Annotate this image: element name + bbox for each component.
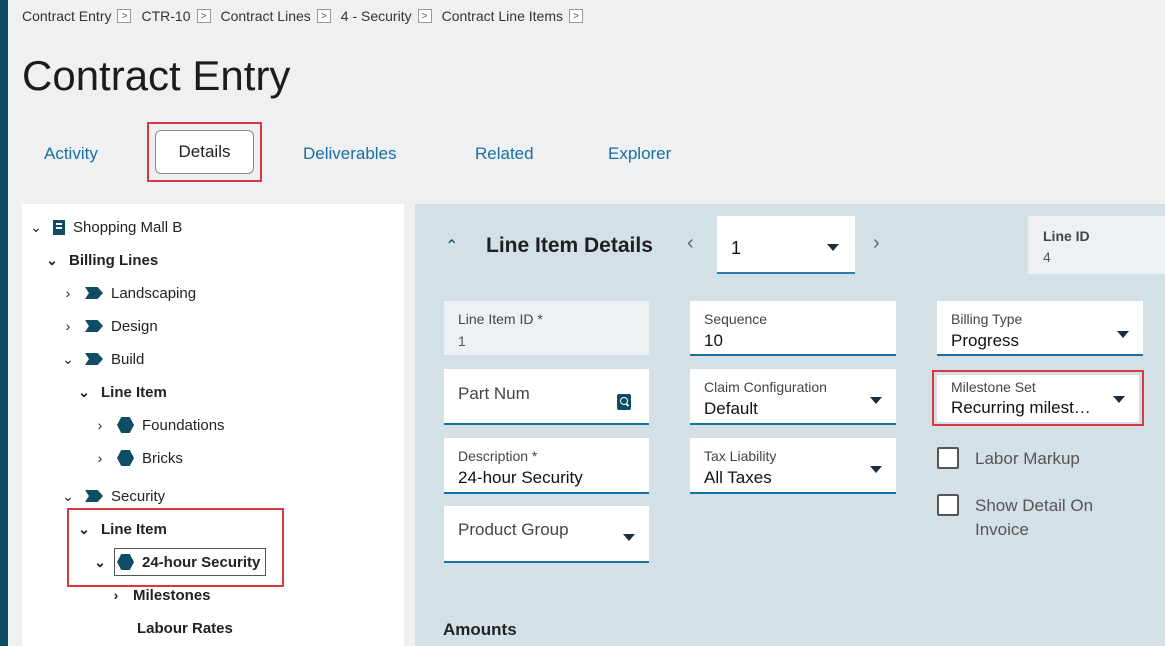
breadcrumb-item-contract-line-items[interactable]: Contract Line Items > [442,8,583,24]
chevron-down-icon[interactable]: ⌄ [43,252,61,269]
chevron-down-icon[interactable]: ⌄ [75,384,93,401]
detail-title: Line Item Details [486,234,653,257]
hexagon-icon [117,450,134,466]
breadcrumb-item-security[interactable]: 4 - Security > [341,8,432,24]
chevron-right-icon[interactable]: > [117,9,132,23]
chevron-right-icon[interactable]: › [59,285,77,301]
part-num-input[interactable]: Part Num [444,369,649,425]
chevron-right-icon[interactable]: › [59,318,77,334]
caret-down-icon [1117,331,1129,338]
hexagon-icon [117,417,134,433]
tag-icon [85,353,103,365]
chevron-down-icon[interactable]: ⌄ [27,219,45,236]
tree-node-build-line-item[interactable]: ⌄ Line Item [75,378,167,406]
checkbox[interactable] [937,447,959,469]
tree-node-milestones[interactable]: › Milestones [107,581,211,609]
chevron-up-icon[interactable]: ⌃ [445,236,458,256]
tree-node-design[interactable]: › Design [59,312,158,340]
breadcrumb-item-contract-lines[interactable]: Contract Lines > [221,8,331,24]
tree-node-billing-lines[interactable]: ⌄ Billing Lines [43,246,158,274]
chevron-right-icon[interactable]: > [417,9,432,23]
chevron-right-icon[interactable]: > [568,9,583,23]
tag-icon [85,320,103,332]
section-title-amounts: Amounts [443,620,517,639]
book-icon [53,219,65,235]
tag-icon [85,490,103,502]
page-title: Contract Entry [22,52,291,99]
tree-node-build[interactable]: ⌄ Build [59,345,144,373]
billing-type-dropdown[interactable]: Billing Type Progress [937,301,1143,356]
caret-down-icon [1113,396,1125,403]
tree-node-labour-rates[interactable]: Labour Rates [137,614,233,642]
line-id-field: Line ID 4 [1028,216,1165,274]
chevron-down-icon[interactable]: ⌄ [75,521,93,538]
hexagon-icon [117,554,134,570]
tree-node-security[interactable]: ⌄ Security [59,482,165,510]
search-icon[interactable] [617,394,631,410]
breadcrumb: Contract Entry > CTR-10 > Contract Lines… [22,8,593,24]
line-item-selector[interactable]: 1 [717,216,855,274]
sequence-field[interactable]: Sequence 10 [690,301,896,356]
chevron-down-icon[interactable]: ⌄ [59,488,77,505]
tree-node-24-hour-security[interactable]: ⌄ 24-hour Security [91,548,260,576]
chevron-right-icon[interactable]: › [91,450,109,466]
caret-down-icon [870,397,882,404]
tab-activity[interactable]: Activity [44,124,98,184]
tax-liability-dropdown[interactable]: Tax Liability All Taxes [690,438,896,494]
tab-details[interactable]: Details [155,130,254,174]
tree-node-root[interactable]: ⌄ Shopping Mall B [27,213,182,241]
tag-icon [85,287,103,299]
chevron-right-icon[interactable]: › [107,587,125,603]
labor-markup-checkbox[interactable]: Labor Markup [937,447,1080,471]
chevron-left-icon[interactable]: ‹ [687,232,694,255]
chevron-down-icon[interactable]: ⌄ [59,351,77,368]
caret-down-icon [623,534,635,541]
tree-node-landscaping[interactable]: › Landscaping [59,279,196,307]
line-item-id-field: Line Item ID * 1 [444,301,649,355]
chevron-down-icon[interactable]: ⌄ [91,554,109,571]
claim-configuration-dropdown[interactable]: Claim Configuration Default [690,369,896,425]
product-group-dropdown[interactable]: Product Group [444,506,649,563]
tab-related[interactable]: Related [475,124,534,184]
chevron-right-icon[interactable]: › [91,417,109,433]
description-field[interactable]: Description * 24-hour Security [444,438,649,494]
tree-node-foundations[interactable]: › Foundations [91,411,225,439]
tree-node-security-line-item[interactable]: ⌄ Line Item [75,515,167,543]
caret-down-icon [827,244,839,251]
tab-explorer[interactable]: Explorer [608,124,671,184]
chevron-right-icon[interactable]: > [316,9,331,23]
show-detail-on-invoice-checkbox[interactable]: Show Detail On Invoice [937,494,1093,542]
caret-down-icon [870,466,882,473]
breadcrumb-item-contract-entry[interactable]: Contract Entry > [22,8,132,24]
breadcrumb-item-ctr-10[interactable]: CTR-10 > [141,8,211,24]
checkbox[interactable] [937,494,959,516]
app-left-bar [0,0,8,646]
tab-deliverables[interactable]: Deliverables [303,124,397,184]
milestone-set-dropdown[interactable]: Milestone Set Recurring milest… [937,375,1139,422]
chevron-right-icon[interactable]: › [873,232,880,255]
tab-bar: Activity Details Deliverables Related Ex… [22,122,922,184]
detail-header: ⌃ Line Item Details ‹ 1 › Line ID 4 [415,204,1165,284]
chevron-right-icon[interactable]: > [196,9,211,23]
tree-node-bricks[interactable]: › Bricks [91,444,183,472]
